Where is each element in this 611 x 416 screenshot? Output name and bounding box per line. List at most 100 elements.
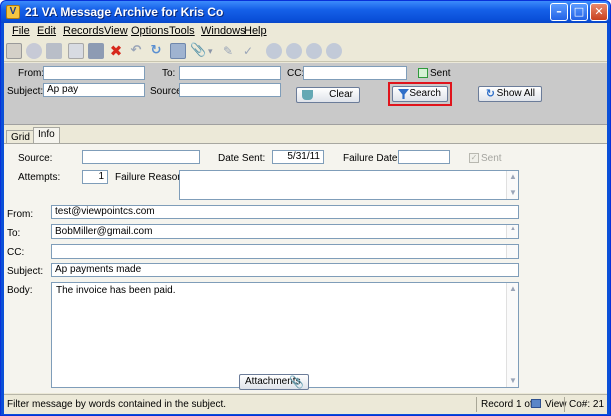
menu-edit[interactable]: Edit (37, 25, 56, 37)
info-failure-date-label: Failure Date: (343, 153, 401, 164)
search-cc-label: CC: (287, 68, 305, 79)
toolbar: ✖ ↶ ↻ 📎 ▾ ✎ ✓ (4, 40, 607, 62)
tab-info[interactable]: Info (33, 127, 60, 144)
info-cc-input[interactable] (51, 244, 519, 259)
menu-file[interactable]: File (12, 25, 30, 37)
status-message: Filter message by words contained in the… (7, 399, 226, 410)
info-failure-reason-textarea[interactable]: ▲ ▼ (179, 170, 519, 200)
tab-grid[interactable]: Grid (6, 130, 35, 144)
delete-icon[interactable]: ✖ (108, 43, 124, 59)
menu-windows[interactable]: Windows (201, 25, 246, 37)
search-button-label: Search (409, 88, 441, 99)
to-scroll-up-icon[interactable]: ▲ (508, 226, 518, 232)
save-disk-icon[interactable] (88, 43, 104, 59)
info-from-label: From: (7, 209, 34, 220)
next-record-icon[interactable] (306, 43, 322, 59)
close-button[interactable]: ✕ (590, 3, 608, 21)
search-button[interactable]: Search (392, 86, 448, 102)
filter-icon (398, 89, 409, 99)
scroll-down-icon[interactable]: ▼ (508, 188, 518, 198)
info-subject-input[interactable]: Ap payments made (51, 263, 519, 277)
show-all-icon: ↻ (485, 87, 495, 100)
paperclip-icon: 📎 (289, 375, 304, 389)
status-bar: Filter message by words contained in the… (4, 394, 607, 414)
search-sent-checkbox[interactable] (418, 68, 428, 78)
info-date-sent-input[interactable]: 5/31/11 (272, 150, 324, 164)
tab-strip: Grid Info (4, 127, 607, 144)
cc-scrollbar[interactable] (506, 245, 518, 258)
scroll-up-icon[interactable]: ▲ (508, 172, 518, 182)
to-text: BobMiller@gmail.com (55, 226, 153, 237)
new-icon[interactable] (6, 43, 22, 59)
status-company: Co#: 21 (569, 399, 605, 410)
status-separator (476, 397, 477, 412)
info-date-sent-label: Date Sent: (218, 153, 266, 164)
refresh-icon[interactable]: ↻ (148, 43, 164, 59)
body-text: The invoice has been paid. (56, 285, 176, 296)
info-cc-label: CC: (7, 247, 25, 258)
search-sent-label: Sent (430, 68, 451, 79)
spell-check-icon[interactable]: ✓ (240, 43, 256, 59)
info-body-label: Body: (7, 285, 33, 296)
search-from-label: From: (18, 68, 45, 79)
clear-icon (302, 90, 313, 100)
menu-view[interactable]: View (104, 25, 128, 37)
undo-arrow-icon[interactable]: ↶ (128, 43, 144, 59)
body-scroll-down-icon[interactable]: ▼ (508, 376, 518, 386)
copy-icon[interactable] (68, 43, 84, 59)
pen-icon[interactable]: ✎ (220, 43, 236, 59)
search-cc-input[interactable] (303, 66, 407, 80)
save-icon[interactable] (46, 43, 62, 59)
attach-icon[interactable]: 📎 (190, 43, 206, 59)
info-source-label: Source: (18, 153, 53, 164)
search-subject-label: Subject: (7, 86, 44, 97)
prev-record-icon[interactable] (286, 43, 302, 59)
menu-records[interactable]: Records (63, 25, 104, 37)
to-scrollbar[interactable]: ▲ (506, 225, 518, 238)
title-bar[interactable]: V 21 VA Message Archive for Kris Co – □ … (1, 1, 610, 23)
menu-options[interactable]: Options (131, 25, 169, 37)
failure-reason-scrollbar[interactable]: ▲ ▼ (506, 171, 518, 199)
first-record-icon[interactable] (266, 43, 282, 59)
window-title: 21 VA Message Archive for Kris Co (25, 5, 224, 19)
info-attempts-input[interactable]: 1 (82, 170, 108, 184)
search-subject-input[interactable]: Ap pay (43, 83, 145, 97)
info-source-input[interactable] (82, 150, 200, 164)
info-to-label: To: (7, 228, 21, 239)
body-scroll-up-icon[interactable]: ▲ (508, 284, 518, 294)
show-all-button[interactable]: ↻ Show All (478, 86, 542, 102)
menu-tools[interactable]: Tools (169, 25, 195, 37)
info-from-input[interactable]: test@viewpointcs.com (51, 205, 519, 219)
monitor-icon (531, 399, 541, 408)
body-scrollbar[interactable]: ▲ ▼ (506, 283, 518, 387)
search-to-input[interactable] (179, 66, 281, 80)
info-body-textarea[interactable]: The invoice has been paid. ▲ ▼ (51, 282, 519, 388)
search-panel: From: To: CC: Sent Subject: Ap pay Sourc… (4, 63, 607, 125)
search-source-input[interactable] (179, 83, 281, 97)
menu-help[interactable]: Help (244, 25, 267, 37)
calculator-icon[interactable] (170, 43, 186, 59)
info-sent-checkbox[interactable]: ✓ (469, 153, 479, 163)
attachments-button[interactable]: Attachments 📎 (239, 374, 309, 390)
dropdown-arrow-icon[interactable]: ▾ (208, 43, 216, 59)
info-failure-reason-label: Failure Reason: (115, 172, 186, 183)
app-window: V 21 VA Message Archive for Kris Co – □ … (0, 0, 611, 416)
menu-bar: File Edit Records View Options Tools Win… (4, 23, 607, 39)
app-icon: V (6, 5, 20, 19)
maximize-button[interactable]: □ (570, 3, 588, 21)
last-record-icon[interactable] (326, 43, 342, 59)
search-from-input[interactable] (43, 66, 145, 80)
status-separator-2 (564, 397, 565, 412)
minimize-button[interactable]: – (550, 3, 568, 21)
info-failure-date-input[interactable] (398, 150, 450, 164)
clear-button-label: Clear (329, 89, 353, 100)
info-to-input[interactable]: BobMiller@gmail.com ▲ (51, 224, 519, 239)
client-area: File Edit Records View Options Tools Win… (4, 23, 607, 414)
clear-button[interactable]: Clear (296, 87, 360, 103)
info-subject-label: Subject: (7, 266, 44, 277)
info-panel: Source: Date Sent: 5/31/11 Failure Date:… (4, 143, 607, 393)
undo-icon[interactable] (26, 43, 42, 59)
show-all-button-label: Show All (496, 88, 535, 99)
info-sent-label: Sent (481, 153, 502, 164)
search-to-label: To: (162, 68, 176, 79)
